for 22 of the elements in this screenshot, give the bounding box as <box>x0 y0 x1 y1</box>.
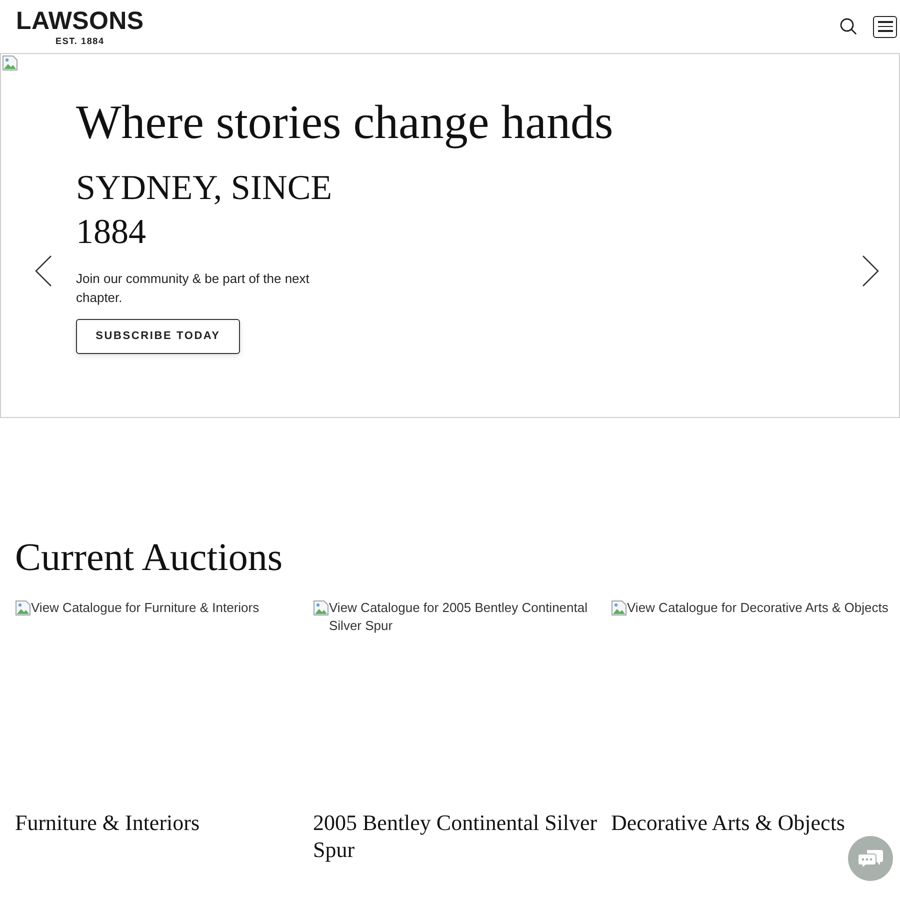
previous-slide-icon[interactable] <box>34 255 52 287</box>
chat-bubbles-icon <box>858 848 884 870</box>
broken-image-icon <box>611 600 627 616</box>
subscribe-button[interactable]: SUBSCRIBE TODAY <box>76 319 240 354</box>
hero-subtitle: SYDNEY, SINCE 1884 <box>76 167 334 253</box>
image-alt-text[interactable]: View Catalogue for Decorative Arts & Objects <box>627 599 888 617</box>
image-alt-text[interactable]: View Catalogue for Furniture & Interiors <box>31 599 260 617</box>
auction-title[interactable]: 2005 Bentley Continental Silver Spur <box>313 809 598 863</box>
auction-title[interactable]: Decorative Arts & Objects <box>611 809 896 836</box>
section-heading: Current Auctions <box>15 535 284 581</box>
logo-tagline: EST. 1884 <box>56 36 104 46</box>
auction-title[interactable]: Furniture & Interiors <box>15 809 300 836</box>
menu-button[interactable] <box>873 16 897 38</box>
search-icon[interactable] <box>840 18 857 35</box>
hero-text: Join our community & be part of the next chapter. <box>76 270 310 307</box>
hero-title: Where stories change hands <box>76 95 614 151</box>
broken-image-icon <box>2 55 18 71</box>
broken-image-icon <box>15 600 31 616</box>
logo-wordmark: LAWSONS <box>16 8 144 34</box>
next-slide-icon[interactable] <box>862 255 880 287</box>
broken-image-icon <box>313 600 329 616</box>
image-alt-text[interactable]: View Catalogue for 2005 Bentley Continental Silver Spur <box>329 599 598 635</box>
